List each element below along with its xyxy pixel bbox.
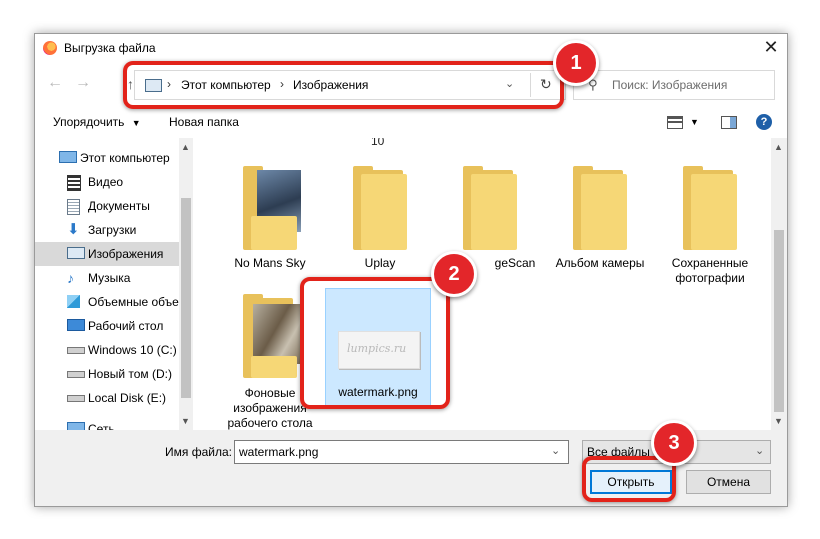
close-icon[interactable]: ✕ — [761, 37, 781, 57]
sidebar-item-video[interactable]: Видео — [35, 170, 179, 194]
new-folder-button[interactable]: Новая папка — [169, 115, 239, 129]
highlight-watermark-file — [300, 277, 450, 409]
organize-label: Упорядочить — [53, 115, 125, 129]
sidebar-item-label: Музыка — [88, 271, 131, 285]
annotation-badge-3: 3 — [651, 420, 697, 466]
file-name: Uplay — [364, 256, 396, 270]
sidebar-item-drive-d[interactable]: Новый том (D:) — [35, 362, 179, 386]
window-title: Выгрузка файла — [64, 41, 156, 55]
computer-icon — [59, 151, 77, 163]
folder-uplay[interactable]: Uplay — [325, 162, 435, 272]
sidebar-item-label: Документы — [88, 199, 150, 213]
sidebar-item-label: Загрузки — [88, 223, 137, 237]
back-icon[interactable]: ← — [47, 74, 63, 92]
3d-objects-icon — [67, 295, 80, 308]
chevron-down-icon[interactable]: ▼ — [690, 117, 699, 127]
documents-icon — [67, 199, 80, 215]
sidebar-item-pictures[interactable]: Изображения — [35, 242, 179, 266]
sidebar-item-label: Сеть — [88, 422, 115, 430]
sidebar-scrollbar[interactable]: ▲ ▼ — [179, 138, 193, 430]
sidebar-item-label: Этот компьютер — [80, 151, 170, 165]
sidebar-item-network[interactable]: Сеть — [35, 418, 179, 430]
forward-icon[interactable]: → — [75, 74, 91, 92]
filename-input[interactable]: watermark.png ⌄ — [234, 440, 569, 464]
file-list: 10 No Mans Sky Uplay geScan Альбом камер… — [195, 138, 787, 430]
highlight-address-bar — [123, 61, 564, 109]
file-name: No Mans Sky — [234, 256, 306, 270]
files-scrollbar[interactable]: ▲ ▼ — [771, 138, 787, 430]
file-name: Альбом камеры — [555, 256, 645, 270]
sidebar-item-label: Изображения — [88, 247, 164, 261]
music-icon: ♪ — [67, 270, 74, 286]
desktop-icon — [67, 319, 85, 331]
scroll-thumb[interactable] — [181, 198, 191, 398]
filename-value: watermark.png — [239, 445, 319, 459]
help-icon[interactable]: ? — [756, 114, 772, 130]
sidebar-item-label: Windows 10 (C:) — [88, 343, 177, 357]
folder-saved-pictures[interactable]: Сохраненные фотографии — [655, 162, 765, 292]
annotation-badge-2: 2 — [431, 251, 477, 297]
scroll-up-icon[interactable]: ▲ — [181, 142, 190, 152]
thumbnail-image — [253, 304, 301, 364]
pictures-icon — [67, 247, 85, 259]
cancel-button[interactable]: Отмена — [686, 470, 771, 494]
folder-no-mans-sky[interactable]: No Mans Sky — [215, 162, 325, 272]
sidebar-item-label: Новый том (D:) — [88, 367, 172, 381]
view-options-icon[interactable] — [667, 116, 683, 129]
sidebar-item-documents[interactable]: Документы — [35, 194, 179, 218]
firefox-icon — [43, 41, 57, 55]
search-box[interactable]: ⚲ Поиск: Изображения — [573, 70, 775, 100]
sidebar-item-downloads[interactable]: ⬇ Загрузки — [35, 218, 179, 242]
sidebar-item-label: Local Disk (E:) — [88, 391, 167, 405]
partial-label: 10 — [371, 138, 385, 148]
scroll-up-icon[interactable]: ▲ — [774, 142, 783, 152]
sidebar-item-label: Рабочий стол — [88, 319, 164, 333]
file-name: Сохраненные фотографии — [671, 256, 749, 285]
chevron-down-icon[interactable]: ⌄ — [551, 444, 560, 457]
chevron-down-icon: ⌄ — [755, 445, 765, 457]
scroll-down-icon[interactable]: ▼ — [774, 416, 783, 426]
sidebar-item-music[interactable]: ♪ Музыка — [35, 266, 179, 290]
annotation-badge-1: 1 — [553, 40, 599, 86]
sidebar-item-label: Видео — [88, 175, 124, 189]
navigation-pane: Этот компьютер Видео Документы ⬇ Загрузк… — [35, 138, 193, 430]
cancel-label: Отмена — [706, 475, 751, 489]
sidebar-item-drive-c[interactable]: Windows 10 (C:) — [35, 338, 179, 362]
drive-icon — [67, 395, 85, 402]
folder-camera-roll[interactable]: Альбом камеры — [545, 162, 655, 272]
drive-icon — [67, 347, 85, 354]
scroll-thumb[interactable] — [774, 230, 784, 412]
filename-label: Имя файла: — [165, 445, 232, 459]
chevron-down-icon: ▼ — [131, 118, 141, 128]
preview-pane-icon[interactable] — [721, 116, 737, 129]
search-input[interactable]: Поиск: Изображения — [612, 78, 727, 92]
drive-icon — [67, 371, 85, 378]
sidebar-item-this-pc[interactable]: Этот компьютер — [35, 146, 179, 170]
sidebar-item-label: Объемные объе — [88, 295, 179, 309]
network-icon — [67, 422, 85, 430]
organize-button[interactable]: Упорядочить ▼ — [53, 115, 141, 129]
sidebar-item-desktop[interactable]: Рабочий стол — [35, 314, 179, 338]
video-icon — [67, 175, 81, 191]
downloads-icon: ⬇ — [67, 221, 80, 238]
scroll-down-icon[interactable]: ▼ — [181, 416, 190, 426]
sidebar-item-drive-e[interactable]: Local Disk (E:) — [35, 386, 179, 410]
sidebar-item-3d-objects[interactable]: Объемные объе — [35, 290, 179, 314]
